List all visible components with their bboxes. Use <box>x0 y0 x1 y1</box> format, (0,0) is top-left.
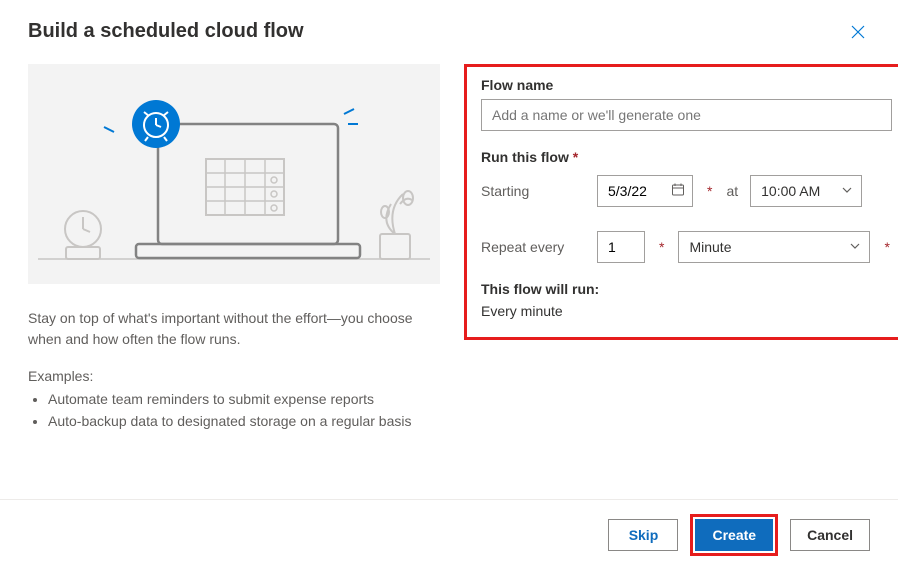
repeat-unit-select[interactable]: Minute <box>678 231 870 263</box>
chevron-down-icon <box>849 239 861 255</box>
dialog-title: Build a scheduled cloud flow <box>28 20 304 43</box>
example-item: Automate team reminders to submit expens… <box>48 388 440 410</box>
required-asterisk: * <box>707 183 712 199</box>
required-asterisk: * <box>659 239 664 255</box>
example-item: Auto-backup data to designated storage o… <box>48 410 440 432</box>
flow-name-input[interactable] <box>481 99 892 131</box>
create-button-highlight: Create <box>690 514 778 556</box>
run-summary-text: Every minute <box>481 303 892 319</box>
cancel-button[interactable]: Cancel <box>790 519 870 551</box>
required-asterisk: * <box>884 239 889 255</box>
starting-time-select[interactable]: 10:00 AM <box>750 175 862 207</box>
run-this-flow-label: Run this flow * <box>481 149 892 165</box>
skip-button[interactable]: Skip <box>608 519 678 551</box>
examples-heading: Examples: <box>28 368 440 384</box>
repeat-every-label: Repeat every <box>481 239 585 255</box>
form-panel: Flow name Run this flow * Starting <box>464 64 898 340</box>
starting-date-input[interactable] <box>597 175 693 207</box>
description-text: Stay on top of what's important without … <box>28 308 440 350</box>
close-icon <box>850 24 866 40</box>
close-button[interactable] <box>846 20 870 44</box>
starting-label: Starting <box>481 183 585 199</box>
illustration <box>28 64 440 284</box>
create-button[interactable]: Create <box>695 519 773 551</box>
at-label: at <box>726 183 738 199</box>
repeat-count-input[interactable] <box>597 231 645 263</box>
dialog-footer: Skip Create Cancel <box>0 499 898 570</box>
examples-list: Automate team reminders to submit expens… <box>28 388 440 433</box>
flow-name-label: Flow name <box>481 77 892 93</box>
chevron-down-icon <box>841 183 853 199</box>
run-summary-label: This flow will run: <box>481 281 892 297</box>
